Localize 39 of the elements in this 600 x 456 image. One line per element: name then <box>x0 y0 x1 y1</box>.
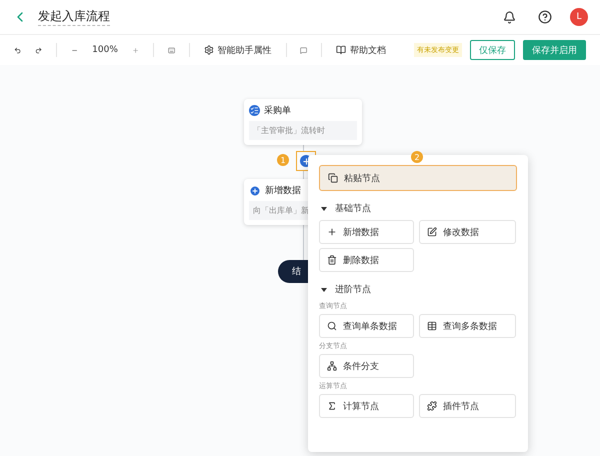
node-title: 采购单 <box>264 104 291 117</box>
section-header[interactable]: 进阶节点 <box>319 281 517 298</box>
step-marker: 2 <box>411 151 423 163</box>
flow-node[interactable]: 采购单 「主管审批」流转时 <box>244 99 362 145</box>
trash-icon <box>327 255 337 265</box>
page-title: 发起入库流程 <box>38 8 110 26</box>
node-description: 「主管审批」流转时 <box>249 121 357 140</box>
node-title: 新增数据 <box>265 184 301 197</box>
node-type-item[interactable]: 条件分支 <box>319 354 414 378</box>
node-type-item[interactable]: 计算节点 <box>319 394 414 418</box>
caret-icon <box>321 286 327 292</box>
paste-node-item[interactable]: 粘贴节点 <box>319 165 517 191</box>
puzzle-icon <box>427 401 437 411</box>
bell-icon[interactable] <box>503 10 516 24</box>
node-type-item[interactable]: 修改数据 <box>419 220 516 244</box>
function-icon <box>327 401 337 411</box>
form-icon <box>249 105 260 116</box>
caret-icon <box>321 206 327 212</box>
node-type-item[interactable]: 查询单条数据 <box>319 314 414 338</box>
node-type-item[interactable]: 删除数据 <box>319 248 414 272</box>
edit-icon <box>427 227 437 237</box>
search-icon <box>327 321 337 331</box>
help-icon[interactable] <box>538 10 552 24</box>
assistant-button[interactable]: 智能助手属性 <box>204 44 272 56</box>
node-type-item[interactable]: 插件节点 <box>419 394 516 418</box>
hierarchy-icon <box>327 361 337 371</box>
table-icon <box>427 321 437 331</box>
plus-icon <box>327 227 337 237</box>
book-icon <box>336 45 346 55</box>
zoom-level: 100% <box>92 45 118 55</box>
help-docs-button[interactable]: 帮助文档 <box>336 44 386 56</box>
plus-icon <box>249 184 261 196</box>
avatar[interactable]: L <box>570 8 588 26</box>
gear-icon <box>204 45 214 55</box>
node-type-item[interactable]: 新增数据 <box>319 220 414 244</box>
node-type-item[interactable]: 查询多条数据 <box>419 314 516 338</box>
comment-icon[interactable] <box>300 44 308 56</box>
step-marker: 1 <box>277 154 289 166</box>
copy-icon <box>328 173 338 183</box>
